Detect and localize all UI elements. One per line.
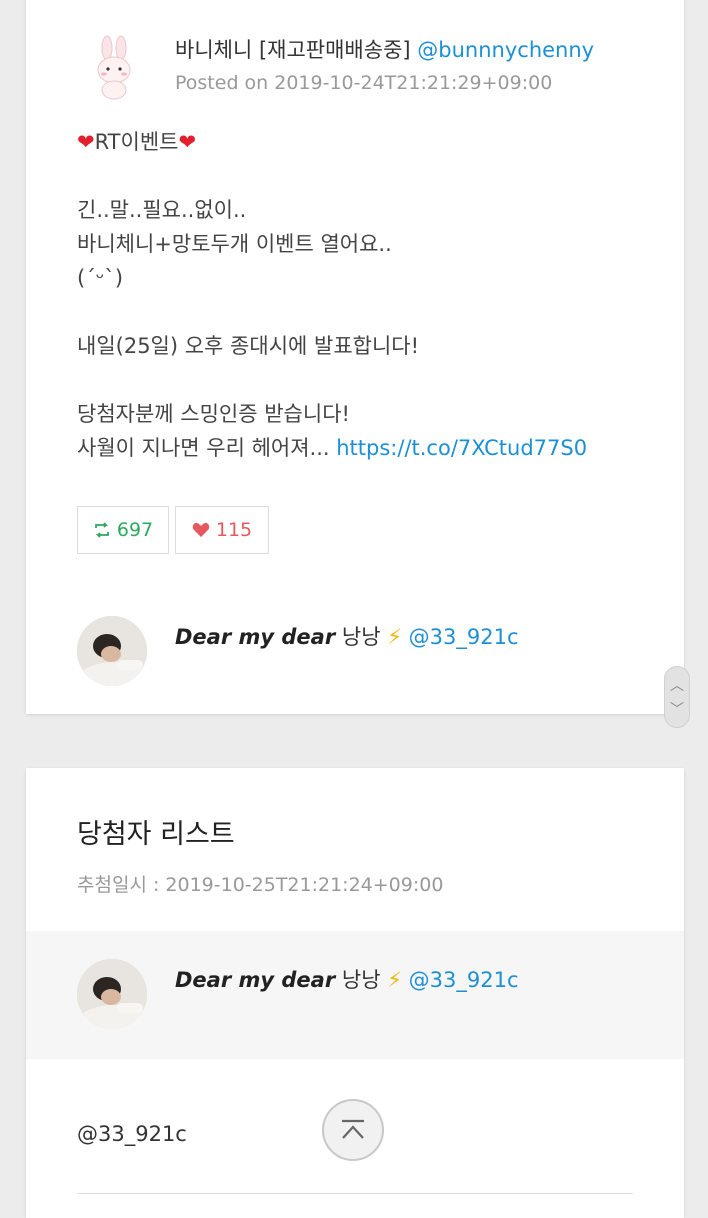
like-count-button[interactable]: 115: [175, 506, 269, 554]
retweet-count-button[interactable]: 697: [77, 506, 169, 554]
tweet-line: 내일(25일) 오후 종대시에 발표합니다!: [77, 334, 420, 358]
participant-avatar[interactable]: [77, 616, 147, 686]
chevron-up-icon[interactable]: ︿: [665, 675, 689, 695]
tweet-card: 바니체니 [재고판매배송중] @bunnnychenny Posted on 2…: [26, 0, 684, 714]
draw-time: 추첨일시 : 2019-10-25T21:21:24+09:00: [77, 874, 444, 896]
author-line: 바니체니 [재고판매배송중] @bunnnychenny: [175, 34, 594, 64]
chevron-down-icon[interactable]: ﹀: [665, 699, 689, 719]
retweet-icon: [94, 522, 109, 538]
red-heart-icon: ❤: [178, 130, 197, 154]
retweet-count: 697: [116, 519, 154, 541]
winner-avatar[interactable]: [77, 959, 147, 1029]
divider: [77, 1193, 633, 1194]
scroll-top-button[interactable]: [322, 1099, 384, 1161]
author-handle[interactable]: @bunnnychenny: [417, 38, 594, 62]
tweet-line: 사월이 지나면 우리 헤어져...: [77, 436, 337, 460]
like-count: 115: [215, 519, 253, 541]
author-name: 바니체니 [재고판매배송중]: [175, 38, 411, 62]
tweet-body: ❤RT이벤트❤ 긴..말..필요..없이.. 바니체니+망토두개 이벤트 열어요…: [77, 125, 657, 465]
lightning-icon: ⚡: [387, 968, 402, 992]
participant-name: Dear my dear: [175, 625, 336, 649]
tweet-link[interactable]: https://t.co/7XCtud77S0: [336, 436, 587, 460]
winner-name: Dear my dear: [175, 968, 336, 992]
scroll-handle[interactable]: ︿ ﹀: [664, 666, 690, 728]
tweet-line: (ˊᵕˋ): [77, 266, 124, 290]
winner-handle-text: @33_921c: [77, 1122, 187, 1146]
winner-list-title: 당첨자 리스트: [77, 819, 235, 850]
scroll-top-icon: [342, 1119, 364, 1139]
tweet-line: 바니체니+망토두개 이벤트 열어요..: [77, 232, 392, 256]
participant-handle[interactable]: @33_921c: [409, 625, 519, 649]
tweet-line: 당첨자분께 스밍인증 받습니다!: [77, 402, 350, 426]
red-heart-icon: ❤: [77, 130, 95, 154]
participant-suffix: 낭낭: [335, 625, 388, 649]
winner-line: Dear my dear 낭낭 ⚡ @33_921c: [175, 964, 519, 994]
posted-time: Posted on 2019-10-24T21:21:29+09:00: [175, 72, 553, 94]
tweet-line: RT이벤트: [94, 130, 179, 154]
winner-handle[interactable]: @33_921c: [409, 968, 519, 992]
author-avatar[interactable]: [79, 32, 149, 102]
tweet-line: 긴..말..필요..없이..: [77, 198, 247, 222]
heart-icon: [192, 522, 210, 537]
lightning-icon: ⚡: [387, 625, 402, 649]
winner-suffix: 낭낭: [335, 968, 388, 992]
participant-line: Dear my dear 낭낭 ⚡ @33_921c: [175, 621, 519, 651]
winner-row[interactable]: Dear my dear 낭낭 ⚡ @33_921c: [26, 931, 684, 1059]
